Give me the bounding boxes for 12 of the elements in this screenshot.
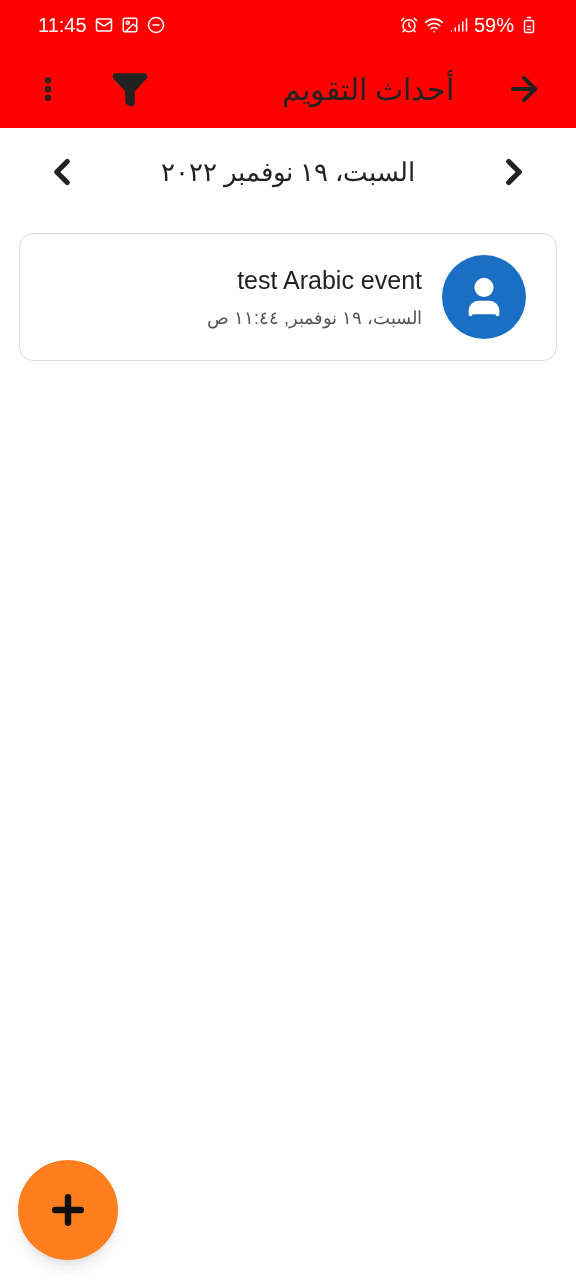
- image-icon: [120, 16, 139, 34]
- battery-percent: 59%: [473, 13, 514, 38]
- do-not-disturb-icon: [146, 16, 165, 34]
- signal-icon: [449, 16, 468, 34]
- event-datetime: السبت، ١٩ نوفمبر, ١١:٤٤ ص: [206, 307, 422, 331]
- current-date: السبت، ١٩ نوفمبر ٢٠٢٢: [160, 155, 416, 190]
- toolbar-title: أحداث التقويم: [281, 69, 454, 110]
- alarm-icon: [399, 16, 418, 34]
- event-title: test Arabic event: [237, 264, 422, 296]
- mail-icon: [94, 16, 113, 34]
- status-time: 11:45: [38, 13, 87, 38]
- wifi-icon: [423, 15, 444, 35]
